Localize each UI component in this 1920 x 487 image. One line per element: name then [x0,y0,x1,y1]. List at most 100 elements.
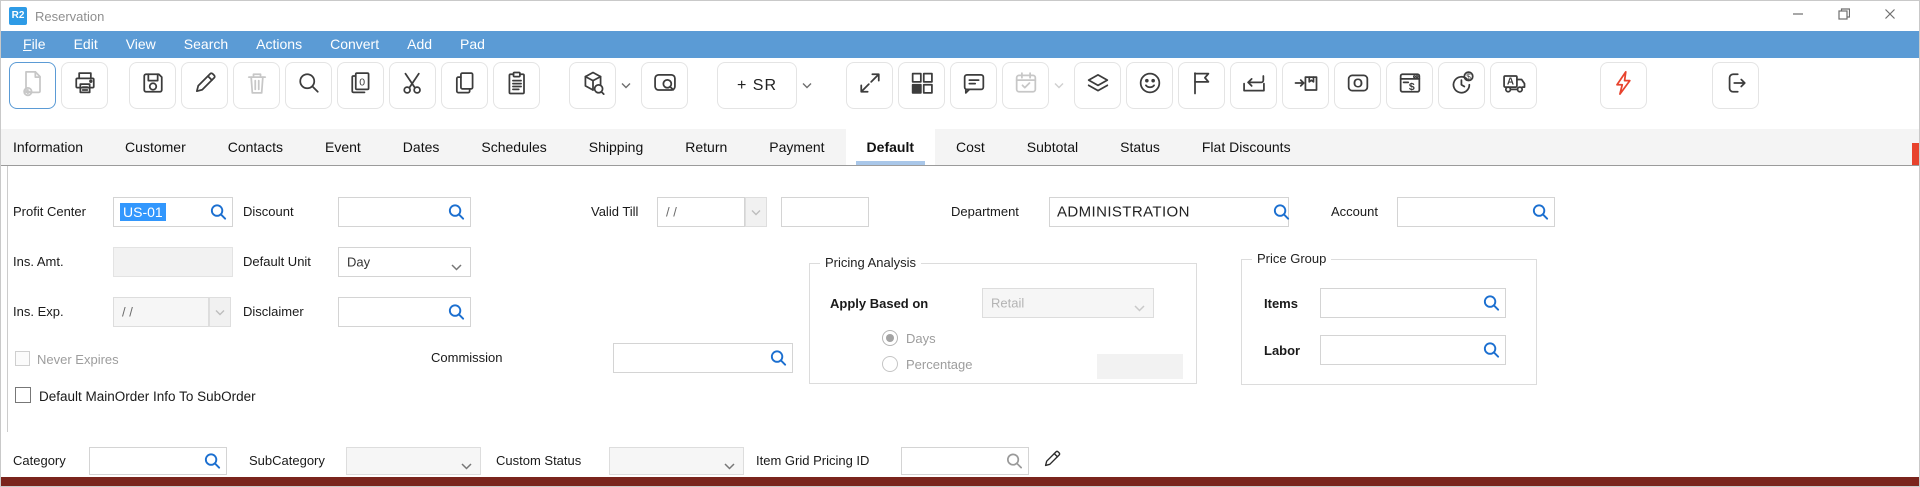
menu-item[interactable]: Add [393,31,446,58]
item-grid-pricing-id-search-icon[interactable] [1005,452,1024,471]
tab[interactable]: Return [664,129,748,165]
apply-based-on-chevron-icon [1134,299,1145,307]
quick-search-button[interactable] [641,62,688,109]
menu-item[interactable]: Search [170,31,242,58]
tab[interactable]: Event [304,129,382,165]
tab[interactable]: Payment [748,129,845,165]
exit-button[interactable] [1712,62,1759,109]
window-title: Reservation [35,9,104,24]
menu-item[interactable]: Pad [446,31,499,58]
discount-search-icon[interactable] [447,203,466,222]
cut-button[interactable] [389,62,436,109]
subcategory-select[interactable] [346,447,481,475]
never-expires-label: Never Expires [37,352,119,367]
notes-button[interactable] [950,62,997,109]
return-arrow-icon [1240,69,1268,102]
menu-item[interactable]: View [112,31,170,58]
category-field[interactable] [89,447,227,475]
copy-special-button[interactable]: 0 [337,62,384,109]
save-button[interactable] [129,62,176,109]
invoice-window-icon: $ [1396,69,1424,102]
restore-button[interactable] [1821,1,1867,31]
tab[interactable]: Dates [382,129,461,165]
add-subrental-button[interactable]: + SR [717,62,797,109]
trash-icon [243,69,271,102]
ship-order-button[interactable] [1282,62,1329,109]
ship-box-icon [1292,69,1320,102]
disclaimer-search-icon[interactable] [447,303,466,322]
commission-search-icon[interactable] [769,349,788,368]
tab[interactable]: Shipping [568,129,665,165]
item-search-dropdown[interactable] [621,62,636,109]
department-search-icon[interactable] [1272,203,1291,222]
profit-center-field[interactable]: US-01 [113,197,233,227]
price-group-labor-field[interactable] [1320,335,1506,365]
open-order-button[interactable]: O [1334,62,1381,109]
department-field[interactable]: ADMINISTRATION [1049,197,1289,227]
default-unit-select[interactable]: Day [338,247,471,277]
tab[interactable]: Schedules [460,129,567,165]
ins-amt-label: Ins. Amt. [13,254,64,269]
time-billing-button[interactable]: $ [1438,62,1485,109]
item-grid-pricing-id-field[interactable] [901,447,1029,475]
layout-grid-button[interactable] [898,62,945,109]
edit-button[interactable] [181,62,228,109]
open-order-icon: O [1344,69,1372,102]
item-search-button[interactable] [569,62,616,109]
tab[interactable]: Flat Discounts [1181,129,1312,165]
minimize-icon [1792,7,1804,25]
valid-till-calendar-dropdown[interactable] [745,197,767,227]
tab[interactable]: Customer [104,129,207,165]
minimize-button[interactable] [1775,1,1821,31]
status-bar [1,477,1919,486]
new-order-button[interactable] [9,62,56,109]
menu-item[interactable]: File [9,31,60,58]
billing-button[interactable]: $ [1386,62,1433,109]
expand-button[interactable] [846,62,893,109]
valid-till-date-field[interactable]: / / [657,197,745,227]
tabbar: InformationCustomerContactsEventDatesSch… [1,129,1919,166]
valid-till-extra-field[interactable] [781,197,869,227]
paste-button[interactable] [493,62,540,109]
menu-item[interactable]: Edit [60,31,112,58]
copy-button[interactable] [441,62,488,109]
tab[interactable]: Cost [935,129,1006,165]
menu-item[interactable]: Actions [242,31,316,58]
apply-based-on-label: Apply Based on [830,296,928,311]
return-order-button[interactable] [1230,62,1277,109]
restore-icon [1838,7,1850,25]
menu-item[interactable]: Convert [316,31,393,58]
commission-field[interactable] [613,343,793,373]
tab[interactable]: Status [1099,129,1181,165]
price-group-items-field[interactable] [1320,288,1506,318]
tab[interactable]: Default [846,129,935,165]
days-radio-label: Days [906,331,936,346]
custom-status-select[interactable] [609,447,744,475]
quick-action-button[interactable] [1600,62,1647,109]
category-search-icon[interactable] [203,452,222,471]
price-group-labor-search-icon[interactable] [1482,341,1501,360]
batch-update-button[interactable] [1074,62,1121,109]
tab[interactable]: Subtotal [1006,129,1099,165]
delivery-truck-button[interactable]: A [1490,62,1537,109]
close-button[interactable] [1867,1,1913,31]
discount-field[interactable] [338,197,471,227]
schedule-calendar-button[interactable] [1002,62,1049,109]
flag-button[interactable] [1178,62,1225,109]
default-mainorder-checkbox[interactable] [15,387,31,403]
account-field[interactable] [1397,197,1555,227]
print-button[interactable] [61,62,108,109]
default-unit-chevron-icon [451,258,462,266]
price-group-items-search-icon[interactable] [1482,294,1501,313]
account-search-icon[interactable] [1531,203,1550,222]
tab[interactable]: Information [1,129,104,165]
search-button[interactable] [285,62,332,109]
schedule-calendar-dropdown[interactable] [1054,62,1069,109]
tab[interactable]: Contacts [207,129,304,165]
disclaimer-field[interactable] [338,297,471,327]
add-subrental-dropdown[interactable] [802,62,817,109]
profit-center-search-icon[interactable] [209,203,228,222]
item-grid-pricing-edit-button[interactable] [1037,447,1067,475]
delete-button[interactable] [233,62,280,109]
satisfaction-button[interactable] [1126,62,1173,109]
